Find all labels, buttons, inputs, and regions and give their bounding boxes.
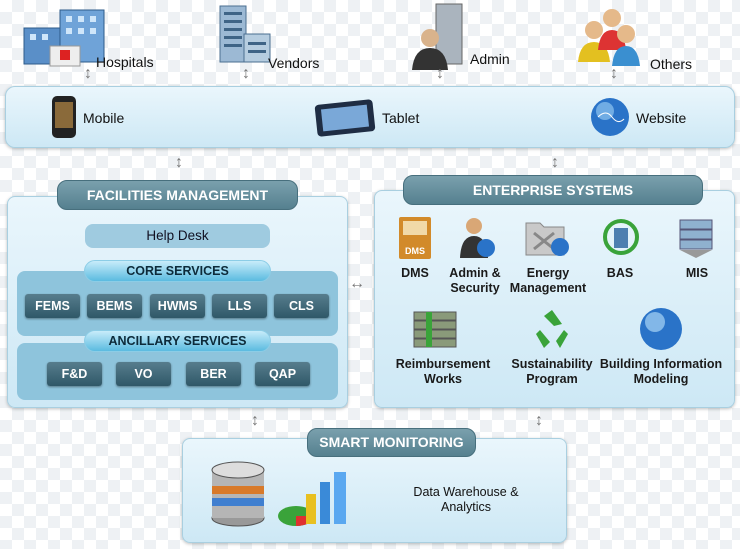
enterprise-systems-title: ENTERPRISE SYSTEMS <box>403 175 703 205</box>
es-item-label: Management <box>509 281 587 295</box>
monitoring-label-line: Data Warehouse & <box>413 485 519 499</box>
svg-text:DMS: DMS <box>405 246 425 256</box>
double-arrow-icon: ↕ <box>175 154 183 171</box>
double-arrow-icon: ↕ <box>535 412 543 429</box>
recycle-icon <box>536 310 568 348</box>
core-service-cls[interactable]: CLS <box>274 294 329 318</box>
double-arrow-horizontal-icon: ↔ <box>349 275 365 292</box>
admin-security-icon <box>460 218 495 258</box>
es-item-label: Modeling <box>633 372 689 386</box>
mobile-phone-icon <box>52 96 76 138</box>
es-item-label: Admin & <box>449 266 501 280</box>
ancillary-service-ber[interactable]: BER <box>186 362 241 386</box>
es-item-label: Works <box>424 372 462 386</box>
es-item-label: MIS <box>685 266 709 280</box>
es-item-label: Reimbursement <box>395 357 491 371</box>
double-arrow-icon: ↕ <box>610 65 618 82</box>
ancillary-services-title: ANCILLARY SERVICES <box>84 330 271 352</box>
tablet-icon <box>314 99 376 137</box>
es-item-admin-security[interactable]: Admin & Security <box>449 266 500 296</box>
core-services-title: CORE SERVICES <box>84 260 271 282</box>
es-item-energy-management[interactable]: Energy Management <box>510 266 586 296</box>
smart-monitoring-title: SMART MONITORING <box>307 428 476 457</box>
mis-server-icon <box>679 219 713 258</box>
core-service-fems[interactable]: FEMS <box>25 294 80 318</box>
globe-icon <box>591 98 629 136</box>
stakeholder-others: Others <box>650 56 693 72</box>
analytics-chart-icon <box>278 472 346 526</box>
bas-icon <box>603 219 639 255</box>
double-arrow-icon: ↕ <box>251 412 259 429</box>
es-item-label: BAS <box>606 266 634 280</box>
es-item-dms[interactable]: DMS <box>401 266 429 281</box>
stakeholder-vendors: Vendors <box>268 55 320 71</box>
stakeholder-admin: Admin <box>470 51 510 67</box>
core-service-lls[interactable]: LLS <box>212 294 267 318</box>
data-warehouse-analytics-label: Data Warehouse & Analytics <box>396 485 536 515</box>
es-item-sustainability-program[interactable]: Sustainability Program <box>511 357 592 387</box>
stakeholder-hospitals: Hospitals <box>96 54 154 70</box>
double-arrow-icon: ↕ <box>551 154 559 171</box>
channel-mobile: Mobile <box>83 110 125 126</box>
es-item-label: DMS <box>401 266 429 280</box>
bim-globe-icon <box>640 308 682 350</box>
es-item-reimbursement-works[interactable]: Reimbursement Works <box>396 357 490 387</box>
es-item-label: Energy <box>526 266 570 280</box>
energy-management-icon <box>525 222 569 256</box>
es-item-bas[interactable]: BAS <box>607 266 633 281</box>
channel-tablet: Tablet <box>382 110 420 126</box>
ancillary-service-vo[interactable]: VO <box>116 362 171 386</box>
es-item-label: Building Information <box>599 357 723 371</box>
es-item-label: Sustainability <box>511 357 593 371</box>
es-item-mis[interactable]: MIS <box>686 266 708 281</box>
admin-icon <box>412 3 463 70</box>
database-icon <box>211 461 265 527</box>
double-arrow-icon: ↕ <box>242 65 250 82</box>
double-arrow-icon: ↕ <box>436 65 444 82</box>
others-people-icon <box>578 9 640 66</box>
ancillary-service-qap[interactable]: QAP <box>255 362 310 386</box>
vendors-building-icon <box>219 5 271 63</box>
facilities-management-title: FACILITIES MANAGEMENT <box>57 180 298 210</box>
channel-website: Website <box>636 110 687 126</box>
dms-icon: DMS <box>399 217 431 259</box>
ancillary-service-fd[interactable]: F&D <box>47 362 102 386</box>
es-item-label: Security <box>450 281 500 295</box>
es-item-label: Program <box>526 372 578 386</box>
help-desk-button[interactable]: Help Desk <box>85 224 270 248</box>
core-service-bems[interactable]: BEMS <box>87 294 142 318</box>
money-stack-icon <box>413 311 457 348</box>
es-item-building-information-modeling[interactable]: Building Information Modeling <box>600 357 722 387</box>
core-service-hwms[interactable]: HWMS <box>150 294 205 318</box>
monitoring-label-line: Analytics <box>440 500 492 514</box>
double-arrow-icon: ↕ <box>84 65 92 82</box>
